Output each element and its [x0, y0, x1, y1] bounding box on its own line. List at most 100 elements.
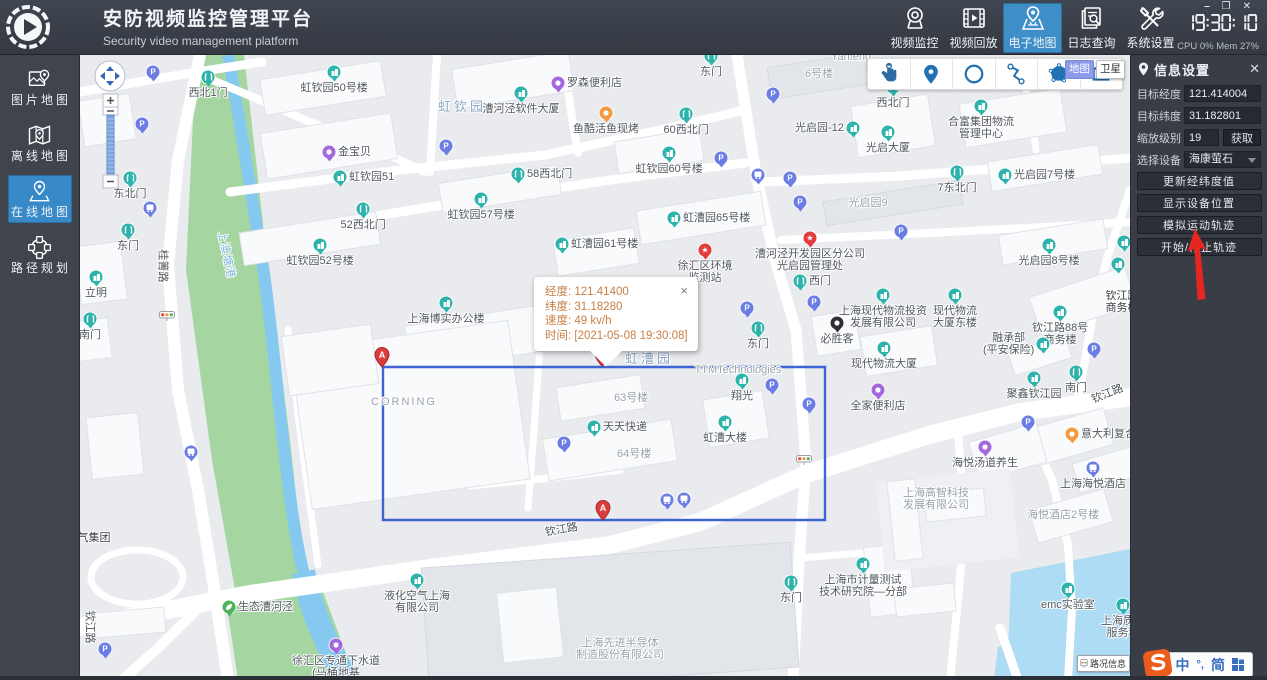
poi-pin[interactable] [514, 86, 528, 103]
sogou-logo-icon[interactable] [1143, 648, 1173, 679]
zoom-level-input[interactable] [1184, 129, 1219, 146]
poi-pin[interactable]: P [765, 378, 779, 395]
poi-pin[interactable]: P [1021, 415, 1035, 432]
poi-pin[interactable]: P [714, 151, 728, 168]
panel-close-icon[interactable]: ✕ [1249, 61, 1260, 77]
poi-pin[interactable] [1086, 461, 1100, 478]
traffic-info-button[interactable]: 路况信息 [1077, 655, 1130, 672]
poi-pin[interactable] [1036, 337, 1050, 354]
poi-pin[interactable] [313, 238, 327, 255]
target-latitude-input[interactable] [1184, 107, 1261, 124]
poi-pin[interactable] [751, 168, 765, 185]
poi-pin[interactable] [1027, 371, 1041, 388]
device-select[interactable]: 海康萤石 [1184, 151, 1261, 168]
poi-pin[interactable] [881, 125, 895, 142]
poi-pin[interactable] [89, 270, 103, 287]
poi-pin[interactable] [751, 321, 765, 338]
poi-pin[interactable] [587, 420, 601, 437]
nav-item-video-playback[interactable]: 视频回放 [944, 3, 1003, 53]
poi-pin[interactable] [998, 168, 1012, 185]
poi-pin[interactable]: P [766, 87, 780, 104]
nav-item-log-query[interactable]: 日志查询 [1062, 3, 1121, 53]
polyline-tool[interactable] [996, 59, 1038, 89]
poi-pin[interactable] [877, 341, 891, 358]
poi-pin[interactable]: P [135, 117, 149, 134]
get-button[interactable]: 获取 [1223, 129, 1261, 146]
poi-pin[interactable] [662, 146, 676, 163]
poi-pin[interactable]: P [557, 436, 571, 453]
poi-pin[interactable] [1117, 235, 1130, 252]
poi-pin[interactable] [784, 575, 798, 592]
poi-pin[interactable]: ★ [698, 243, 712, 260]
poi-pin[interactable]: P [793, 195, 807, 212]
maximize-button[interactable]: ❐ [1222, 2, 1231, 12]
poi-pin[interactable] [184, 445, 198, 462]
poi-pin[interactable] [846, 121, 860, 138]
poi-pin[interactable] [322, 145, 336, 162]
poi-pin[interactable]: P [807, 295, 821, 312]
poi-pin[interactable] [856, 557, 870, 574]
poi-pin[interactable] [735, 373, 749, 390]
ime-punct-indicator[interactable]: °, [1197, 658, 1204, 672]
pan-tool[interactable] [868, 59, 911, 89]
poi-pin[interactable]: P [783, 171, 797, 188]
poi-pin[interactable] [1116, 598, 1130, 615]
poi-pin[interactable] [974, 99, 988, 116]
poi-pin[interactable] [201, 70, 215, 87]
poi-pin[interactable]: P [1087, 342, 1101, 359]
poi-pin[interactable]: P [740, 301, 754, 318]
poi-pin[interactable] [474, 192, 488, 209]
minimize-button[interactable]: – [1204, 2, 1210, 12]
update-latlng-button[interactable]: 更新经纬度值 [1136, 172, 1262, 190]
poi-pin[interactable]: P [894, 224, 908, 241]
ime-menu-icon[interactable] [1232, 658, 1245, 671]
input-method-bar[interactable]: 中 °, 简 [1143, 648, 1253, 679]
poi-pin[interactable] [1069, 365, 1083, 382]
poi-pin[interactable] [948, 288, 962, 305]
poi-pin[interactable] [511, 167, 525, 184]
nav-item-video-monitor[interactable]: 视频监控 [885, 3, 944, 53]
poi-pin[interactable]: ★ [803, 231, 817, 248]
poi-pin[interactable] [871, 383, 885, 400]
poi-pin[interactable] [143, 201, 157, 218]
poi-pin[interactable] [718, 415, 732, 432]
poi-pin[interactable] [1111, 257, 1125, 274]
sidebar-item-offline-map[interactable]: 离线地图 [8, 119, 72, 167]
poi-pin[interactable] [410, 573, 424, 590]
ime-simplified-indicator[interactable]: 简 [1211, 658, 1225, 672]
target-longitude-input[interactable] [1184, 85, 1261, 102]
poi-pin[interactable] [978, 440, 992, 457]
poi-pin[interactable]: P [802, 397, 816, 414]
poi-pin[interactable] [1053, 305, 1067, 322]
poi-pin[interactable] [704, 55, 718, 66]
poi-pin[interactable] [1061, 582, 1075, 599]
sidebar-item-route-plan[interactable]: 路径规划 [8, 231, 72, 279]
poi-pin[interactable] [660, 493, 674, 510]
poi-pin[interactable] [83, 312, 97, 329]
poi-pin[interactable] [439, 296, 453, 313]
poi-pin[interactable] [1065, 427, 1079, 444]
sidebar-item-picture-map[interactable]: 图片地图 [8, 63, 72, 111]
poi-pin[interactable]: P [146, 65, 160, 82]
popup-close-icon[interactable]: × [680, 284, 688, 297]
sidebar-item-online-map[interactable]: 在线地图 [7, 175, 72, 223]
satellite-layer-button[interactable]: 卫星 [1096, 60, 1125, 79]
poi-pin[interactable] [667, 211, 681, 228]
poi-pin[interactable] [327, 65, 341, 82]
poi-pin[interactable] [677, 492, 691, 509]
ime-lang-indicator[interactable]: 中 [1176, 658, 1190, 672]
map-layer-button[interactable]: 地图 [1065, 60, 1094, 79]
poi-pin[interactable] [329, 638, 343, 655]
poi-pin[interactable] [551, 76, 565, 93]
poi-pin[interactable] [950, 165, 964, 182]
circle-tool[interactable] [953, 59, 996, 89]
nav-item-e-map[interactable]: 电子地图 [1003, 3, 1062, 53]
poi-pin[interactable] [599, 106, 613, 123]
poi-pin[interactable] [876, 288, 890, 305]
poi-pin[interactable]: P [98, 642, 112, 659]
close-button[interactable]: ✕ [1243, 2, 1251, 12]
poi-pin[interactable] [555, 237, 569, 254]
show-device-location-button[interactable]: 显示设备位置 [1136, 194, 1262, 212]
map-zoom-control[interactable] [88, 58, 128, 248]
poi-pin[interactable] [333, 170, 347, 187]
